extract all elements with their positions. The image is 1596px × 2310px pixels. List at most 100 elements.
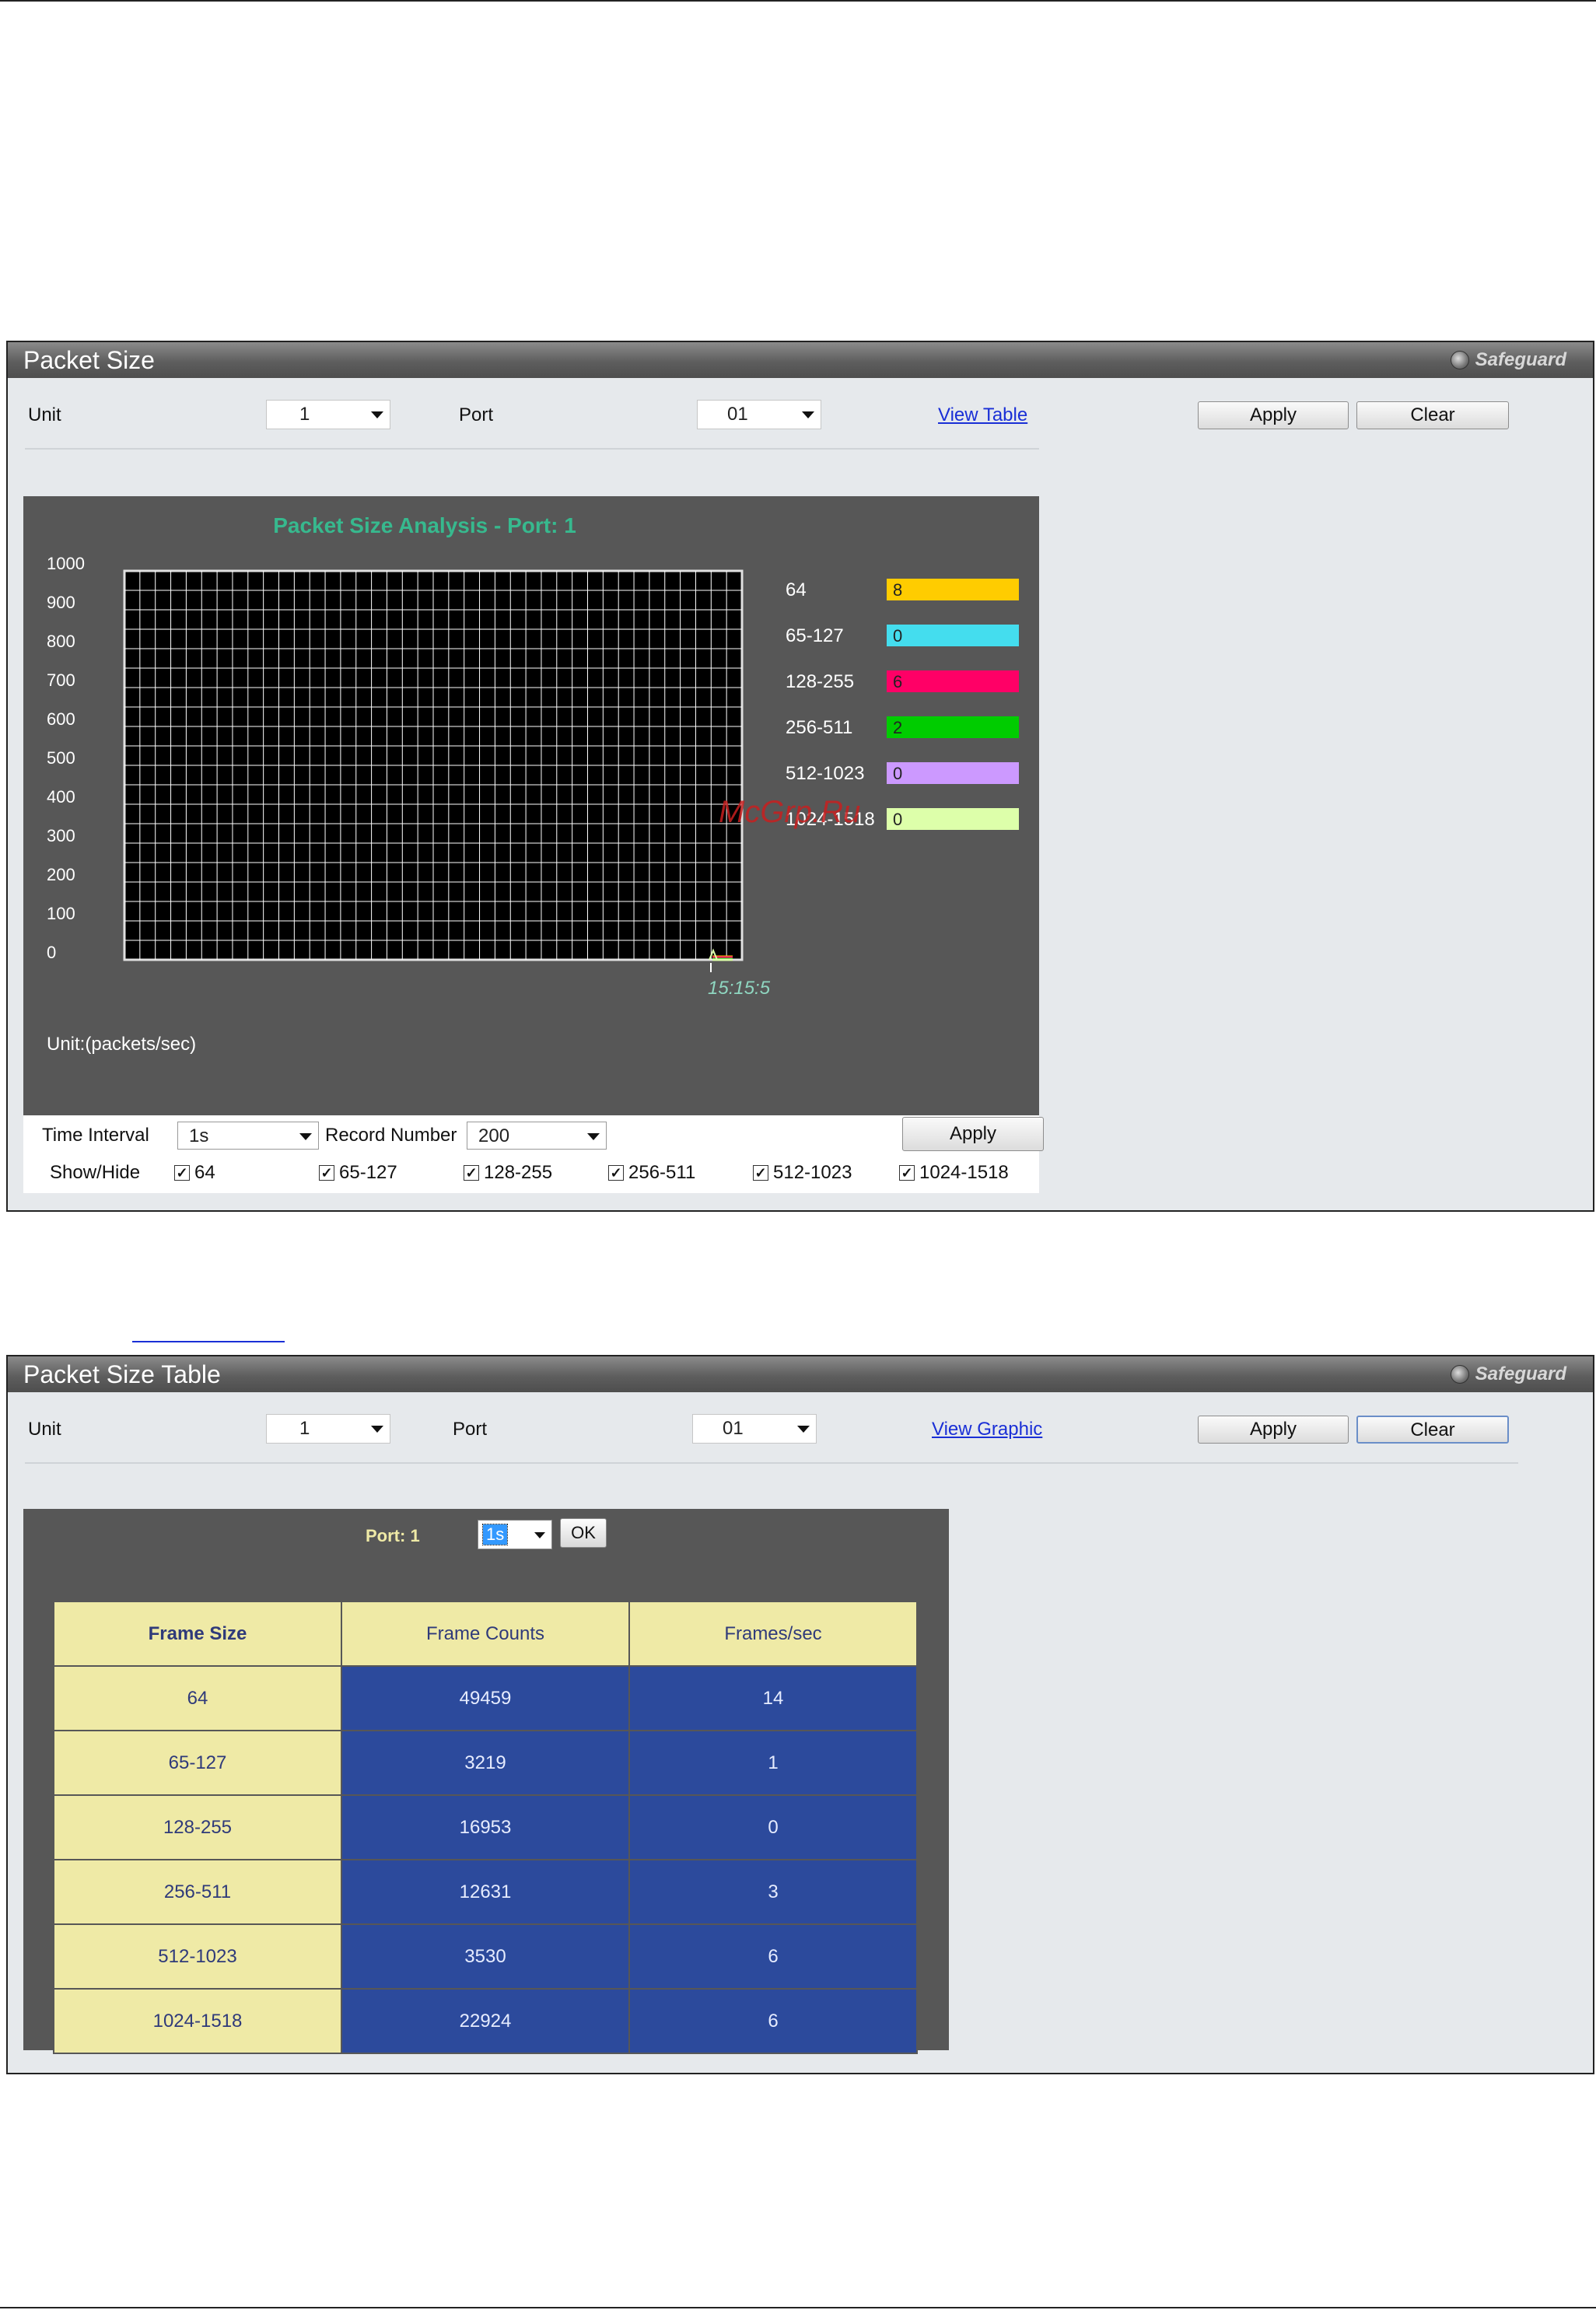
legend-swatch [887, 670, 1019, 692]
checkbox-256-511[interactable]: ✓ 256-511 [608, 1162, 695, 1184]
view-table-link[interactable]: View Table [938, 404, 1027, 426]
safeguard-indicator: Safeguard [1450, 1363, 1566, 1386]
y-tick-label: 200 [47, 865, 75, 884]
refresh-interval-select[interactable]: 1s [478, 1520, 552, 1549]
legend-swatch [887, 579, 1019, 600]
checkbox-label: 256-511 [628, 1162, 696, 1183]
apply-button[interactable]: Apply [1198, 1416, 1349, 1444]
column-header-frame-counts: Frame Counts [341, 1601, 630, 1667]
frame-size-cell: 512-1023 [53, 1923, 342, 1990]
checkbox-label: 65-127 [339, 1162, 397, 1183]
y-tick-label: 100 [47, 904, 75, 923]
unit-select[interactable]: 1 [266, 1414, 390, 1444]
clear-button[interactable]: Clear [1356, 1416, 1509, 1444]
link-underline-fragment [132, 1341, 285, 1342]
legend-label: 256-511 [786, 717, 852, 738]
panel-title: Packet Size Table [23, 1360, 221, 1388]
frames-per-sec-cell: 14 [628, 1665, 918, 1731]
checkbox-1024-1518[interactable]: ✓ 1024-1518 [899, 1162, 1009, 1184]
safeguard-label: Safeguard [1475, 1363, 1566, 1384]
legend-label: 512-1023 [786, 763, 864, 784]
divider [25, 1462, 1518, 1464]
frame-size-cell: 65-127 [53, 1730, 342, 1796]
legend-value: 0 [893, 626, 902, 646]
frames-per-sec-cell: 1 [628, 1730, 918, 1796]
safeguard-indicator: Safeguard [1450, 348, 1566, 372]
y-tick-label: 900 [47, 593, 75, 612]
legend-value: 2 [893, 718, 902, 737]
unit-select-value: 1 [299, 1418, 310, 1439]
table-row: 512-1023 3530 6 [53, 1923, 918, 1990]
chevron-down-icon [587, 1133, 600, 1140]
port-select[interactable]: 01 [697, 400, 821, 429]
record-number-select[interactable]: 200 [467, 1122, 607, 1150]
table-row: 128-255 16953 0 [53, 1794, 918, 1860]
frame-size-cell: 128-255 [53, 1794, 342, 1860]
port-label: Port [459, 404, 494, 425]
y-tick-label: 0 [47, 943, 56, 962]
checkbox-label: 64 [194, 1162, 215, 1183]
chevron-down-icon [371, 411, 383, 418]
legend-label: 65-127 [786, 625, 844, 646]
legend-value: 0 [893, 810, 902, 829]
time-interval-select[interactable]: 1s [177, 1122, 319, 1150]
checkbox-checked-icon: ✓ [899, 1165, 915, 1181]
checkbox-64[interactable]: ✓ 64 [174, 1162, 215, 1184]
y-tick-label: 300 [47, 826, 75, 845]
legend-label: 128-255 [786, 671, 854, 692]
packet-size-table-panel: Packet Size Table Safeguard Unit 1 Port … [6, 1355, 1594, 2074]
unit-select[interactable]: 1 [266, 400, 390, 429]
column-header-frames-per-sec: Frames/sec [628, 1601, 918, 1667]
table-row: 1024-1518 22924 6 [53, 1988, 918, 2054]
unit-label: Unit [28, 404, 61, 425]
checkbox-128-255[interactable]: ✓ 128-255 [464, 1162, 552, 1184]
packet-size-table-box: Port: 1 1s OK Frame Size Frame Counts Fr… [23, 1509, 949, 2054]
divider [25, 448, 1039, 450]
port-select-value: 01 [727, 404, 748, 425]
frames-per-sec-cell: 0 [628, 1794, 918, 1860]
show-hide-label: Show/Hide [50, 1162, 141, 1183]
unit-label: Unit [28, 1419, 61, 1440]
port-select-value: 01 [723, 1418, 744, 1439]
clear-button[interactable]: Clear [1356, 401, 1509, 429]
frame-counts-cell: 16953 [341, 1794, 630, 1860]
packet-size-table: Frame Size Frame Counts Frames/sec 64 49… [53, 1601, 918, 2054]
port-label: Port [453, 1419, 488, 1440]
apply-button[interactable]: Apply [1198, 401, 1349, 429]
panel-title-bar: Packet Size Table [8, 1356, 1593, 1392]
view-graphic-link[interactable]: View Graphic [932, 1419, 1042, 1440]
panel-title-bar: Packet Size [8, 342, 1593, 378]
table-row: 65-127 3219 1 [53, 1730, 918, 1796]
chart-apply-button[interactable]: Apply [902, 1117, 1044, 1151]
y-tick-label: 800 [47, 632, 75, 651]
unit-select-value: 1 [299, 404, 310, 425]
frame-size-cell: 1024-1518 [53, 1988, 342, 2054]
legend-label: 64 [786, 579, 807, 600]
page-bottom-rule [0, 2307, 1596, 2308]
port-caption: Port: 1 [366, 1526, 420, 1545]
chart-unit-label: Unit:(packets/sec) [47, 1034, 196, 1055]
legend-swatch [887, 716, 1019, 738]
legend-value: 6 [893, 672, 902, 691]
y-tick-label: 1000 [47, 554, 85, 573]
port-select[interactable]: 01 [692, 1414, 817, 1444]
legend-value: 8 [893, 580, 902, 600]
chart-title: Packet Size Analysis - Port: 1 [273, 513, 576, 537]
frame-counts-cell: 3219 [341, 1730, 630, 1796]
checkbox-checked-icon: ✓ [753, 1165, 768, 1181]
legend-value: 0 [893, 764, 902, 783]
packet-size-panel: Packet Size Safeguard Unit 1 Port 01 Vie… [6, 341, 1594, 1212]
chevron-down-icon [802, 411, 814, 418]
chevron-down-icon [371, 1426, 383, 1433]
frames-per-sec-cell: 3 [628, 1859, 918, 1925]
checkbox-checked-icon: ✓ [608, 1165, 624, 1181]
checkbox-65-127[interactable]: ✓ 65-127 [319, 1162, 397, 1184]
y-tick-label: 700 [47, 670, 75, 690]
frames-per-sec-cell: 6 [628, 1988, 918, 2054]
checkbox-512-1023[interactable]: ✓ 512-1023 [753, 1162, 852, 1184]
ok-button[interactable]: OK [560, 1518, 607, 1548]
frame-counts-cell: 49459 [341, 1665, 630, 1731]
column-header-frame-size: Frame Size [53, 1601, 342, 1667]
frame-size-cell: 64 [53, 1665, 342, 1731]
checkbox-checked-icon: ✓ [464, 1165, 479, 1181]
